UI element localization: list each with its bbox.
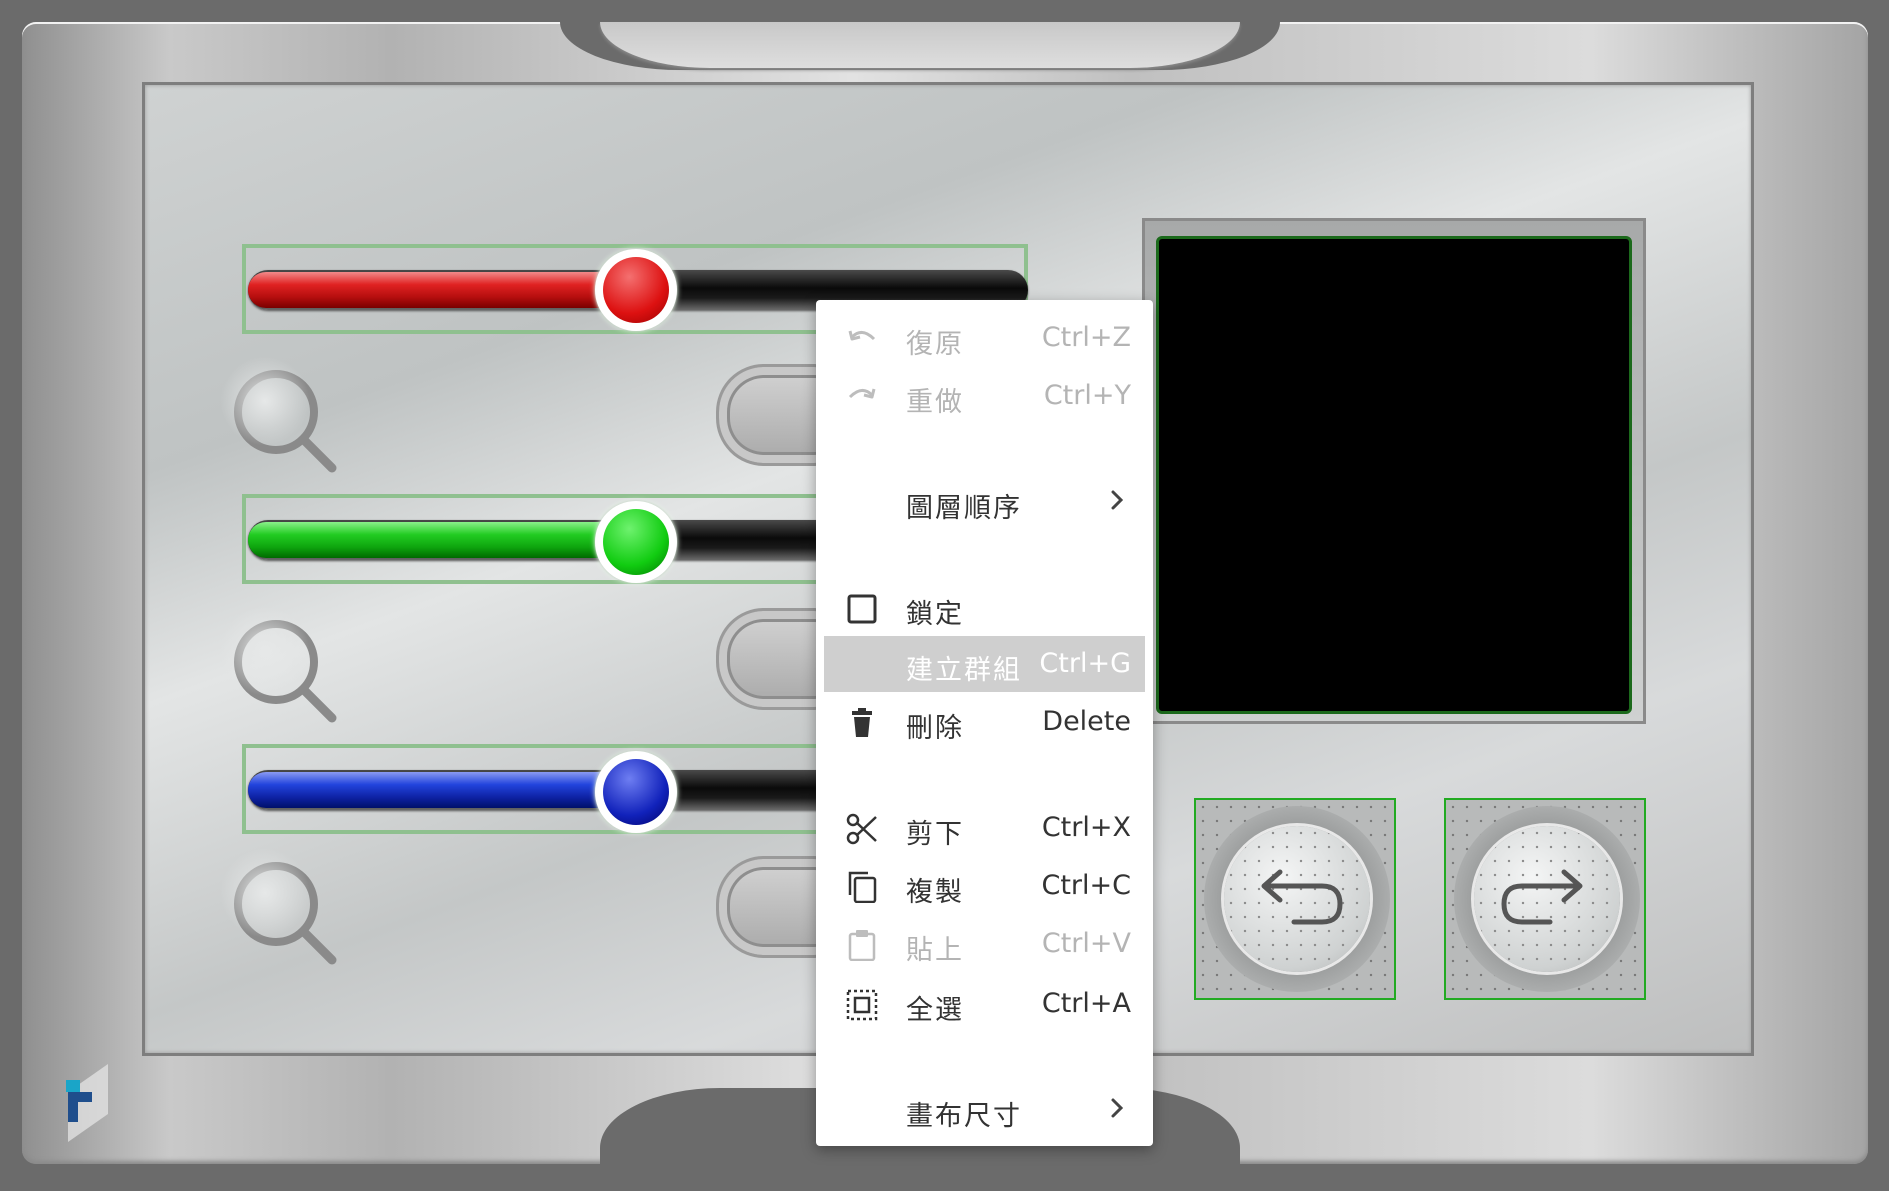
menu-item-redo[interactable]: 重做 Ctrl+Y [824,368,1145,424]
display-screen[interactable] [1156,236,1632,714]
menu-item-shortcut: Ctrl+C [1041,870,1131,901]
context-menu: 復原 Ctrl+Z 重做 Ctrl+Y 圖層順序 鎖定 建立群組 Ctrl+G … [816,300,1153,1146]
menu-item-shortcut: Ctrl+G [1039,648,1131,679]
paste-icon [848,930,876,961]
menu-item-label: 複製 [906,877,964,908]
undo-icon [848,330,876,341]
menu-item-layer-order[interactable]: 圖層順序 [824,474,1145,530]
redo-icon [848,388,876,399]
menu-item-label: 鎖定 [906,599,964,630]
slider-blue-fill [248,772,638,808]
menu-item-label: 全選 [906,995,964,1026]
slider-green-knob[interactable] [595,501,677,583]
menu-item-label: 貼上 [906,935,964,966]
menu-item-label: 復原 [906,329,964,360]
menu-item-shortcut: Ctrl+V [1041,928,1131,959]
menu-item-label: 刪除 [906,713,964,744]
slider-blue-knob[interactable] [595,751,677,833]
trash-icon [852,708,872,737]
search-icon[interactable] [220,848,352,980]
menu-item-label: 重做 [906,387,964,418]
chevron-right-icon [1111,490,1124,510]
undo-arrow-icon [1261,869,1343,925]
menu-item-undo[interactable]: 復原 Ctrl+Z [824,310,1145,366]
menu-item-delete[interactable]: 刪除 Delete [824,694,1145,750]
slider-green-fill [248,522,638,558]
menu-item-cut[interactable]: 剪下 Ctrl+X [824,800,1145,856]
menu-item-lock[interactable]: 鎖定 [824,580,1145,636]
search-icon[interactable] [220,606,352,738]
undo-round-button[interactable] [1194,798,1396,1000]
menu-item-label: 畫布尺寸 [906,1101,1022,1132]
menu-item-label: 建立群組 [906,655,1022,686]
menu-item-paste[interactable]: 貼上 Ctrl+V [824,916,1145,972]
redo-arrow-icon [1501,869,1583,925]
app-logo [64,1064,108,1146]
menu-item-shortcut: Ctrl+X [1041,812,1131,843]
menu-item-select-all[interactable]: 全選 Ctrl+A [824,976,1145,1032]
menu-item-shortcut: Ctrl+A [1041,988,1131,1019]
scissors-icon [846,813,877,845]
slider-red-fill [248,272,638,308]
menu-item-label: 圖層順序 [906,493,1022,524]
top-notch-plate [600,22,1240,68]
menu-item-shortcut: Delete [1042,706,1131,737]
menu-item-create-group[interactable]: 建立群組 Ctrl+G [824,636,1145,692]
menu-item-canvas-size[interactable]: 畫布尺寸 [824,1082,1145,1138]
search-icon[interactable] [220,356,352,488]
redo-round-button[interactable] [1444,798,1646,1000]
chevron-right-icon [1111,1098,1124,1118]
menu-item-label: 剪下 [906,819,964,850]
menu-item-shortcut: Ctrl+Z [1041,322,1131,353]
select-all-icon [846,989,878,1021]
copy-icon [848,871,877,903]
checkbox-icon [847,594,877,624]
menu-item-copy[interactable]: 複製 Ctrl+C [824,858,1145,914]
menu-item-shortcut: Ctrl+Y [1043,380,1131,411]
slider-red-knob[interactable] [595,249,677,331]
